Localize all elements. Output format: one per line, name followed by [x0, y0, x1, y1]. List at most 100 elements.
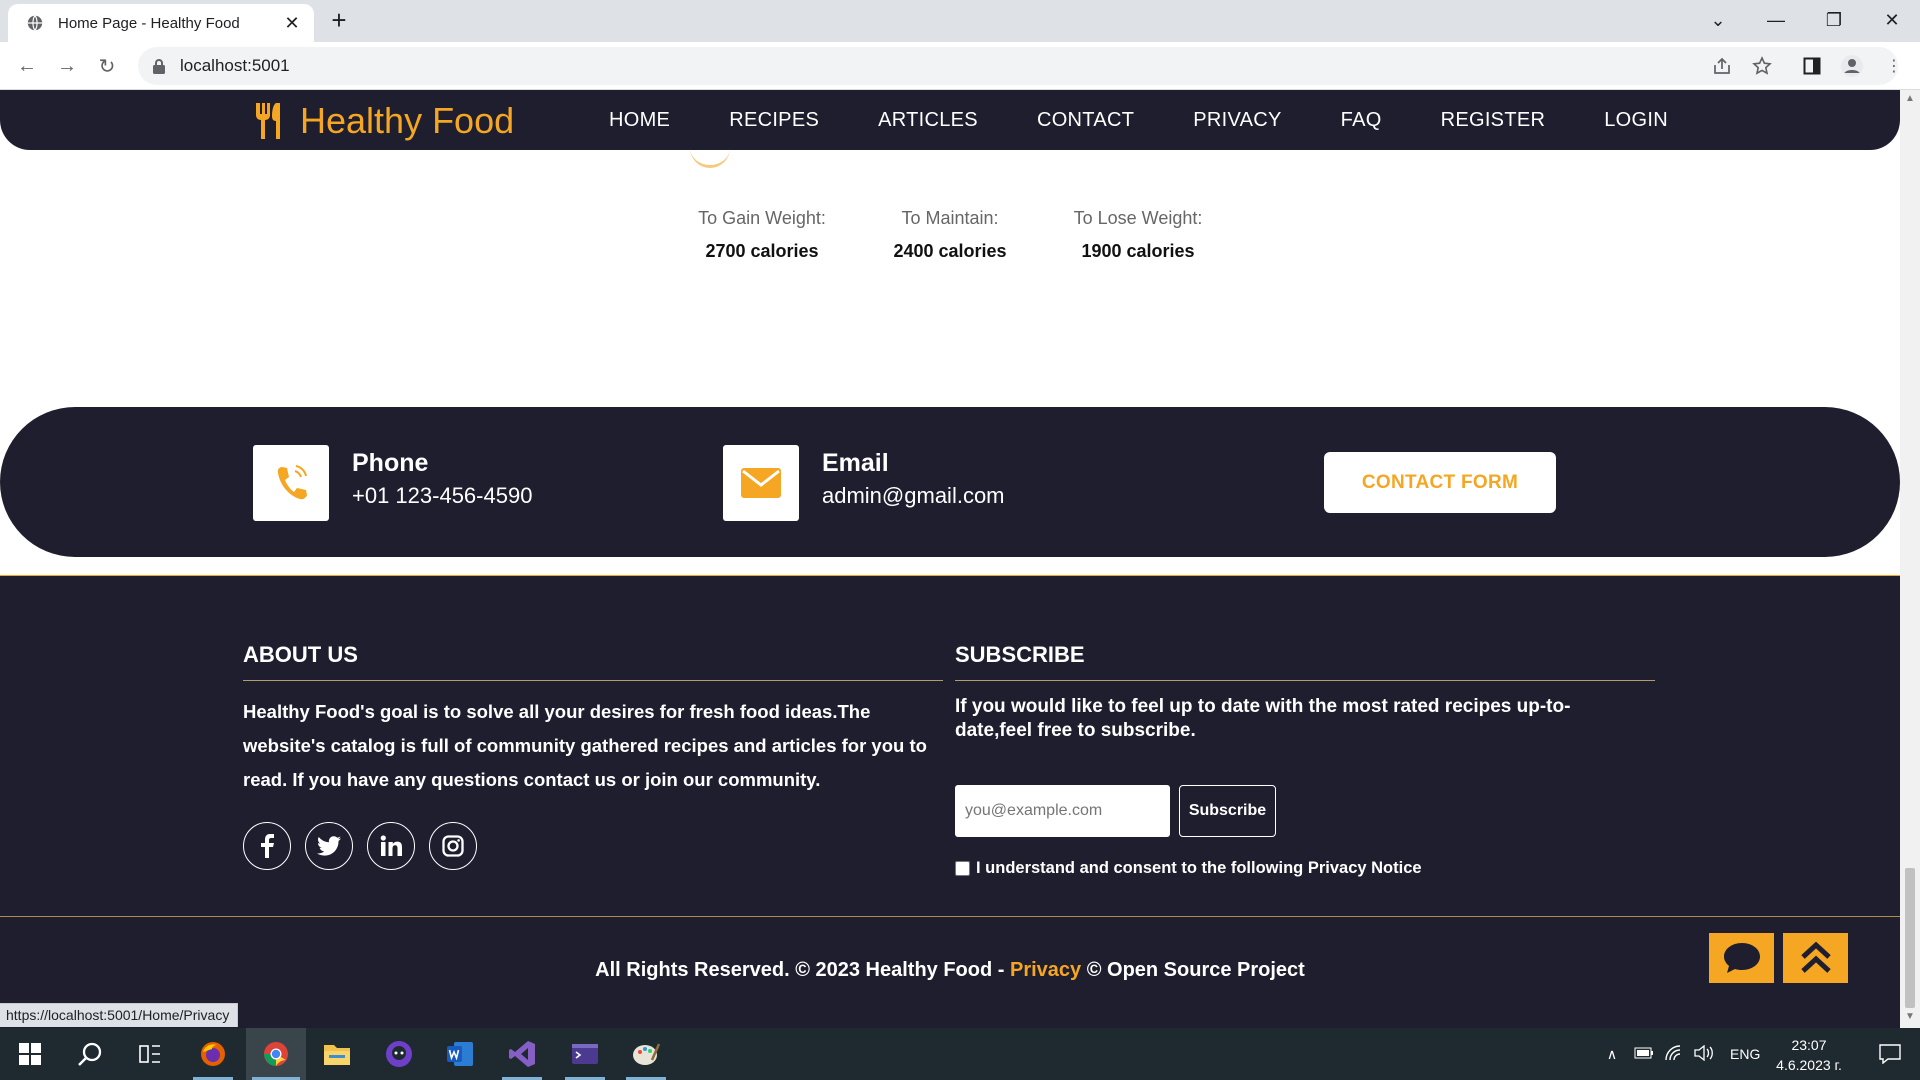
system-tray: ∧ ENG	[1600, 1028, 1760, 1080]
twitter-icon[interactable]	[305, 822, 353, 870]
back-icon[interactable]: ←	[13, 52, 41, 80]
nav-privacy[interactable]: PRIVACY	[1193, 109, 1281, 132]
privacy-link[interactable]: Privacy	[1010, 959, 1081, 981]
chrome-icon[interactable]	[246, 1028, 306, 1080]
file-explorer-icon[interactable]	[307, 1028, 367, 1080]
subscribe-email-input[interactable]	[955, 785, 1170, 837]
about-title: ABOUT US	[243, 642, 358, 667]
word-icon[interactable]	[430, 1028, 490, 1080]
consent-label: I understand and consent to the followin…	[976, 859, 1422, 877]
task-view-icon[interactable]	[120, 1028, 180, 1080]
tab-search-icon[interactable]: ⌄	[1690, 0, 1746, 40]
calorie-label: To Gain Weight:	[698, 208, 826, 228]
phone-icon	[253, 445, 329, 521]
language-indicator[interactable]: ENG	[1730, 1046, 1760, 1062]
clock[interactable]: 23:07 4.6.2023 г.	[1772, 1035, 1846, 1075]
nav-faq[interactable]: FAQ	[1341, 109, 1382, 132]
paint-icon[interactable]	[616, 1028, 676, 1080]
github-desktop-icon[interactable]	[369, 1028, 429, 1080]
copyright-text: © Open Source Project	[1081, 959, 1305, 981]
utensils-icon	[256, 103, 280, 139]
decorative-arc	[690, 148, 730, 168]
windows-start-icon[interactable]	[0, 1028, 60, 1080]
windows-taskbar: ∧ ENG 23:07 4.6.2023 г.	[0, 1028, 1920, 1080]
lock-icon	[153, 59, 165, 74]
network-icon[interactable]	[1664, 1044, 1684, 1064]
more-menu-icon[interactable]: ⋮	[1882, 54, 1906, 78]
phone-value: +01 123-456-4590	[352, 483, 533, 508]
globe-icon	[27, 15, 43, 31]
main-menu: HOME RECIPES ARTICLES CONTACT PRIVACY FA…	[609, 90, 1727, 150]
firefox-icon[interactable]	[183, 1028, 243, 1080]
page-viewport: Healthy Food HOME RECIPES ARTICLES CONTA…	[0, 90, 1900, 1028]
calorie-label: To Maintain:	[901, 208, 999, 228]
search-icon[interactable]	[60, 1028, 120, 1080]
copyright-text: All Rights Reserved. © 2023 Healthy Food…	[595, 959, 1010, 981]
nav-recipes[interactable]: RECIPES	[729, 109, 819, 132]
linkedin-icon[interactable]	[367, 822, 415, 870]
battery-icon[interactable]	[1634, 1046, 1654, 1062]
visual-studio-icon[interactable]	[492, 1028, 552, 1080]
facebook-icon[interactable]	[243, 822, 291, 870]
terminal-icon[interactable]	[555, 1028, 615, 1080]
chevron-up-icon[interactable]: ∧	[1600, 1046, 1624, 1063]
divider	[0, 916, 1900, 917]
scrollbar-thumb[interactable]	[1905, 868, 1915, 1008]
scroll-down-arrow-icon[interactable]: ▼	[1905, 1012, 1915, 1022]
instagram-icon[interactable]	[429, 822, 477, 870]
calorie-summary: To Gain Weight: 2700 calories To Maintai…	[0, 208, 1900, 262]
subscribe-button[interactable]: Subscribe	[1179, 785, 1276, 837]
tab-title: Home Page - Healthy Food	[58, 14, 240, 32]
nav-home[interactable]: HOME	[609, 109, 670, 132]
copyright: All Rights Reserved. © 2023 Healthy Food…	[0, 959, 1900, 982]
scroll-top-button[interactable]	[1783, 933, 1848, 983]
close-tab-icon[interactable]: ✕	[282, 13, 302, 34]
status-url-bubble: https://localhost:5001/Home/Privacy	[0, 1003, 239, 1027]
reload-icon[interactable]: ↻	[93, 52, 121, 80]
bookmark-star-icon[interactable]	[1750, 54, 1774, 78]
restore-button[interactable]: ❐	[1806, 0, 1862, 40]
consent-row: I understand and consent to the followin…	[955, 859, 1422, 878]
contact-form-button[interactable]: CONTACT FORM	[1324, 452, 1556, 513]
double-chevron-up-icon	[1800, 941, 1831, 973]
forward-icon[interactable]: →	[53, 52, 81, 80]
browser-tab-strip: Home Page - Healthy Food ✕ + ⌄ — ❐ ✕	[0, 0, 1920, 42]
speaker-icon[interactable]	[1694, 1044, 1714, 1064]
nav-contact[interactable]: CONTACT	[1037, 109, 1134, 132]
calorie-value: 2700 calories	[705, 241, 819, 261]
site-navbar: Healthy Food HOME RECIPES ARTICLES CONTA…	[0, 90, 1900, 150]
nav-articles[interactable]: ARTICLES	[878, 109, 978, 132]
notification-icon[interactable]	[1860, 1028, 1920, 1080]
divider	[243, 680, 943, 681]
chat-button[interactable]	[1709, 933, 1774, 983]
email-icon	[723, 445, 799, 521]
share-icon[interactable]	[1710, 54, 1734, 78]
close-window-button[interactable]: ✕	[1864, 0, 1920, 40]
clock-time: 23:07	[1791, 1037, 1827, 1053]
site-footer: ABOUT US Healthy Food's goal is to solve…	[0, 575, 1900, 1028]
vertical-scrollbar[interactable]: ▲ ▼	[1900, 90, 1920, 1028]
calorie-gain: To Gain Weight: 2700 calories	[688, 208, 836, 262]
divider	[955, 680, 1655, 681]
new-tab-button[interactable]: +	[326, 7, 352, 34]
minimize-button[interactable]: —	[1748, 0, 1804, 40]
browser-tab[interactable]: Home Page - Healthy Food ✕	[8, 4, 314, 42]
profile-avatar-icon[interactable]	[1840, 54, 1864, 78]
about-text: Healthy Food's goal is to solve all your…	[243, 701, 927, 790]
subscribe-text: If you would like to feel up to date wit…	[955, 696, 1571, 741]
brand-name: Healthy Food	[300, 100, 515, 141]
calorie-maintain: To Maintain: 2400 calories	[876, 208, 1024, 262]
calorie-label: To Lose Weight:	[1073, 208, 1203, 228]
side-panel-icon[interactable]	[1800, 54, 1824, 78]
nav-login[interactable]: LOGIN	[1604, 109, 1668, 132]
consent-checkbox[interactable]	[955, 861, 970, 876]
site-brand[interactable]: Healthy Food	[254, 100, 514, 142]
calorie-value: 1900 calories	[1081, 241, 1195, 261]
phone-title: Phone	[352, 449, 429, 477]
scroll-up-arrow-icon[interactable]: ▲	[1905, 94, 1915, 104]
email-value: admin@gmail.com	[822, 483, 1005, 508]
nav-register[interactable]: REGISTER	[1441, 109, 1546, 132]
calorie-lose: To Lose Weight: 1900 calories	[1064, 208, 1212, 262]
contact-bar: Phone +01 123-456-4590 Email admin@gmail…	[0, 407, 1900, 557]
address-bar[interactable]: localhost:5001	[138, 47, 1898, 85]
